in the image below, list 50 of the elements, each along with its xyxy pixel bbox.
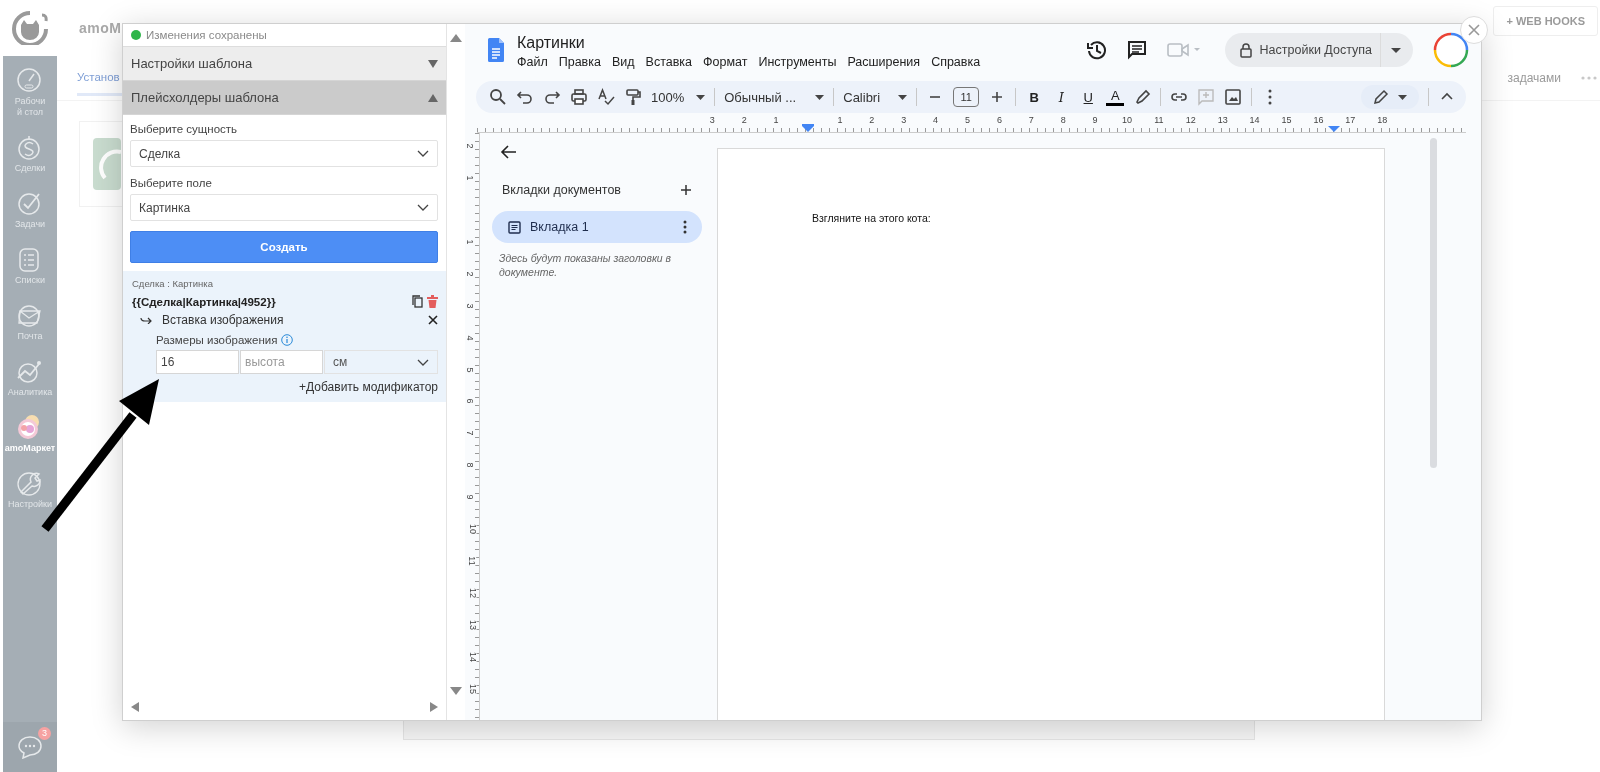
ruler-number: 12 [467,587,477,598]
ruler-number: 4 [932,115,940,125]
modifier-name: Вставка изображения [162,313,284,327]
ruler-number: 13 [467,619,477,630]
ruler-number: 7 [465,430,474,436]
ruler-number: 18 [1376,115,1389,125]
app-title: amoM [79,20,122,36]
ruler-number: 7 [1027,115,1035,125]
ruler-number: 3 [900,115,908,125]
ruler-number: 4 [465,335,474,341]
ruler-number: 8 [465,462,474,468]
ruler-number: 5 [465,367,474,372]
hint-text: Здесь будут показаны заголовки в документе. [499,251,673,279]
field-label: Размеры изображения [156,334,278,346]
ruler-number: 1 [772,115,780,125]
panel-heading: Вкладки документов [502,183,621,197]
ruler-number: 2 [868,115,876,125]
ruler-number: 1 [465,175,474,181]
ruler-number: 5 [964,115,971,125]
ruler-number: 12 [1184,115,1197,125]
ruler-number: 3 [465,303,474,309]
ruler-number: 10 [1121,115,1133,125]
field-label: Выберите поле [130,177,213,189]
ruler-number: 14 [467,651,477,662]
status-text: Изменения сохранены [146,29,267,41]
placeholder-code: {{Сделка|Картинка|4952}} [132,295,276,308]
field-label: Выберите сущность [130,123,239,135]
ruler-number: 1 [836,115,844,125]
ruler-number: 9 [1091,115,1099,125]
ruler-number: 2 [465,143,474,149]
ruler-number: 10 [467,524,477,534]
ruler-number: 11 [1153,115,1165,125]
ruler-number: 6 [995,115,1003,125]
ruler-number: 15 [467,683,477,694]
ruler-number: 6 [465,398,474,404]
ruler-number: 3 [708,115,716,125]
placeholder-caption: Сделка : Картинка [132,278,214,289]
ruler-number: 15 [1280,115,1293,125]
ruler-number: 8 [1059,115,1067,125]
ruler-number: 2 [465,271,474,277]
ruler-number: 13 [1216,115,1229,125]
ruler-number: 9 [465,494,474,500]
document-text: Взгляните на этого кота: [812,212,932,224]
ruler-number: 16 [1312,115,1325,125]
ruler-number: 14 [1248,115,1261,125]
ruler-number: 2 [740,115,748,125]
notification-badge: 3 [38,727,51,740]
ruler-number: 11 [467,556,477,566]
ruler-number: 1 [465,239,474,245]
ruler-number: 17 [1344,115,1357,125]
